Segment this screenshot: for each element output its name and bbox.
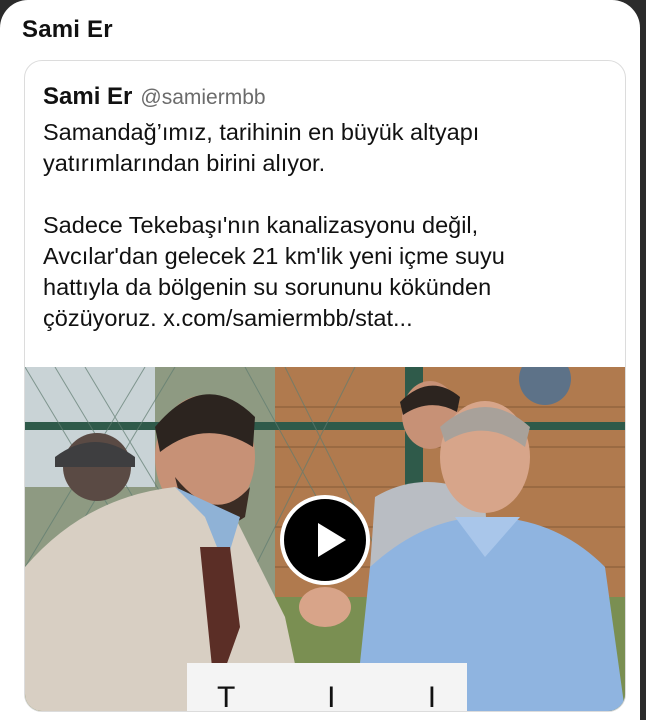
video-media[interactable]: T I I bbox=[25, 367, 625, 711]
author-name[interactable]: Sami Er bbox=[43, 83, 132, 111]
post-link[interactable]: x.com/samiermbb/stat... bbox=[163, 305, 412, 331]
post-body: Samandağ’ımız, tarihinin en büyük altyap… bbox=[43, 119, 505, 331]
post-text: Samandağ’ımız, tarihinin en büyük altyap… bbox=[43, 117, 613, 334]
play-button[interactable] bbox=[280, 495, 370, 585]
quoted-post-card[interactable]: Sami Er @samiermbb Samandağ’ımız, tarihi… bbox=[24, 60, 626, 712]
author-handle[interactable]: @samiermbb bbox=[140, 86, 265, 110]
video-caption-text: T I I bbox=[217, 681, 479, 711]
post-author-row: Sami Er @samiermbb bbox=[43, 83, 266, 111]
sheet-title: Sami Er bbox=[22, 16, 113, 43]
play-icon bbox=[318, 523, 346, 557]
video-caption-overlay: T I I bbox=[187, 663, 467, 711]
share-sheet: Sami Er Sami Er @samiermbb Samandağ’ımız… bbox=[0, 0, 640, 720]
